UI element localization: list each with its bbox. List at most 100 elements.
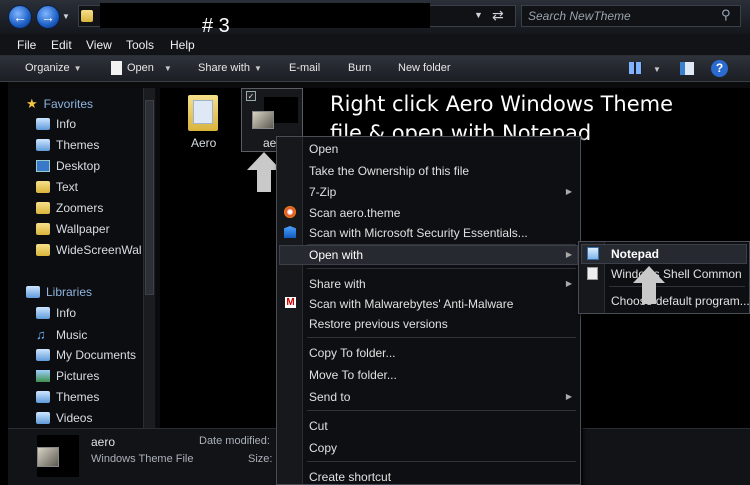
menu-file[interactable]: File <box>17 38 36 52</box>
preview-pane-icon[interactable] <box>680 62 694 75</box>
menu-tools[interactable]: Tools <box>126 38 154 52</box>
folder-icon <box>81 10 93 22</box>
menu-help[interactable]: Help <box>170 38 195 52</box>
menu-item-restore-versions[interactable]: Restore previous versions <box>309 317 448 331</box>
details-size-label: Size: <box>248 453 273 465</box>
menu-item-scan-theme[interactable]: Scan aero.theme <box>309 206 400 220</box>
view-dropdown-icon[interactable]: ▼ <box>653 65 661 74</box>
scrollbar-thumb[interactable] <box>145 100 154 295</box>
menu-item-copy[interactable]: Copy <box>309 441 337 455</box>
up-arrow-annotation <box>633 266 665 283</box>
toolbar: Organize ▼ Open ▼ Share with ▼ E-mail Burn … <box>0 56 750 82</box>
menu-bar: File Edit View Tools Help <box>0 34 750 56</box>
submenu-item-notepad[interactable]: Notepad <box>611 247 659 261</box>
help-icon[interactable]: ? <box>711 60 728 77</box>
up-arrow-annotation-stem <box>642 282 656 304</box>
videos-icon <box>36 412 50 424</box>
search-input[interactable]: Search NewTheme <box>521 5 741 27</box>
folder-label: Aero <box>191 136 217 150</box>
details-file-name: aero <box>91 435 116 449</box>
menu-item-move-to-folder[interactable]: Move To folder... <box>309 368 397 382</box>
desktop-strip <box>0 82 8 485</box>
recent-pages-chevron-icon[interactable]: ▼ <box>62 12 70 21</box>
music-icon: ♫ <box>36 327 46 342</box>
nav-fav-text[interactable]: Text <box>36 180 78 194</box>
submenu-item-shell-common[interactable]: Windows Shell Common <box>611 267 742 281</box>
file-icon <box>587 267 598 280</box>
navigation-pane: ★ Favorites Info Themes Desktop Text Zoo… <box>8 88 156 428</box>
menu-item-highlight <box>581 244 747 264</box>
menu-item-open-with[interactable]: Open with <box>309 248 363 262</box>
submenu-arrow-icon: ▶ <box>565 187 572 196</box>
forward-button[interactable]: → <box>36 5 60 29</box>
menu-edit[interactable]: Edit <box>51 38 72 52</box>
libraries-header[interactable]: Libraries <box>26 285 92 299</box>
menu-item-share-with[interactable]: Share with <box>309 277 366 291</box>
avast-icon <box>284 206 296 218</box>
menu-gutter <box>277 137 303 484</box>
details-file-type: Windows Theme File <box>91 453 194 465</box>
library-icon <box>36 118 50 130</box>
nav-lib-videos[interactable]: Videos <box>36 411 92 425</box>
nav-scrollbar[interactable] <box>143 88 155 428</box>
menu-separator <box>609 286 745 287</box>
menu-separator <box>307 337 576 338</box>
desktop-icon <box>36 160 50 172</box>
nav-lib-music[interactable]: ♫ Music <box>36 327 87 342</box>
up-arrow-annotation-stem <box>257 169 271 192</box>
libraries-icon <box>26 286 40 298</box>
favorites-header[interactable]: ★ Favorites <box>26 96 93 112</box>
malwarebytes-icon: M <box>285 297 296 308</box>
nav-lib-pictures[interactable]: Pictures <box>36 369 99 383</box>
redacted-path <box>100 3 430 28</box>
refresh-icon[interactable]: ⇄ <box>492 7 504 24</box>
menu-separator <box>307 268 576 269</box>
menu-item-send-to[interactable]: Send to <box>309 390 350 404</box>
menu-item-scan-mse[interactable]: Scan with Microsoft Security Essentials.… <box>309 226 528 240</box>
menu-item-7zip[interactable]: 7-Zip <box>309 185 336 199</box>
nav-fav-info[interactable]: Info <box>36 117 76 131</box>
notepad-icon <box>587 247 599 260</box>
folder-icon <box>36 202 50 214</box>
menu-item-create-shortcut[interactable]: Create shortcut <box>309 470 391 484</box>
organize-button[interactable]: Organize ▼ <box>25 62 82 74</box>
nav-lib-info[interactable]: Info <box>36 306 76 320</box>
view-icon[interactable] <box>629 62 642 74</box>
nav-lib-themes[interactable]: Themes <box>36 390 99 404</box>
submenu-arrow-icon: ▶ <box>565 250 572 259</box>
nav-fav-widescreen[interactable]: WideScreenWal <box>36 243 142 257</box>
open-button[interactable]: Open ▼ <box>127 62 172 74</box>
nav-fav-desktop[interactable]: Desktop <box>36 159 100 173</box>
nav-lib-documents[interactable]: My Documents <box>36 348 136 362</box>
folder-icon <box>36 181 50 193</box>
document-icon <box>111 61 122 75</box>
nav-fav-wallpaper[interactable]: Wallpaper <box>36 222 110 236</box>
submenu-arrow-icon: ▶ <box>565 392 572 401</box>
menu-item-open[interactable]: Open <box>309 142 338 156</box>
folder-item-aero[interactable] <box>185 92 221 134</box>
menu-view[interactable]: View <box>86 38 112 52</box>
checkbox-icon[interactable]: ✓ <box>246 91 256 101</box>
share-with-button[interactable]: Share with ▼ <box>198 62 262 74</box>
menu-separator <box>307 410 576 411</box>
submenu-item-choose-default[interactable]: Choose default program... <box>611 294 750 308</box>
theme-file-label: ae <box>263 136 277 150</box>
address-dropdown-icon[interactable]: ▼ <box>474 10 483 20</box>
instruction-line-1: Right click Aero Windows Theme <box>330 92 674 116</box>
email-button[interactable]: E-mail <box>289 62 320 74</box>
nav-fav-zoomers[interactable]: Zoomers <box>36 201 103 215</box>
menu-item-cut[interactable]: Cut <box>309 419 328 433</box>
pictures-icon <box>36 370 50 382</box>
burn-button[interactable]: Burn <box>348 62 371 74</box>
menu-item-take-ownership[interactable]: Take the Ownership of this file <box>309 164 469 178</box>
menu-item-copy-to-folder[interactable]: Copy To folder... <box>309 346 396 360</box>
star-icon: ★ <box>26 96 38 111</box>
nav-fav-themes[interactable]: Themes <box>36 138 99 152</box>
back-button[interactable]: ← <box>8 5 32 29</box>
folder-icon <box>36 223 50 235</box>
document-preview-icon <box>193 100 213 124</box>
context-menu: Open Take the Ownership of this file 7-Z… <box>276 136 581 485</box>
search-icon[interactable]: ⚲ <box>721 7 731 23</box>
menu-item-malwarebytes[interactable]: Scan with Malwarebytes' Anti-Malware <box>309 297 513 311</box>
new-folder-button[interactable]: New folder <box>398 62 451 74</box>
